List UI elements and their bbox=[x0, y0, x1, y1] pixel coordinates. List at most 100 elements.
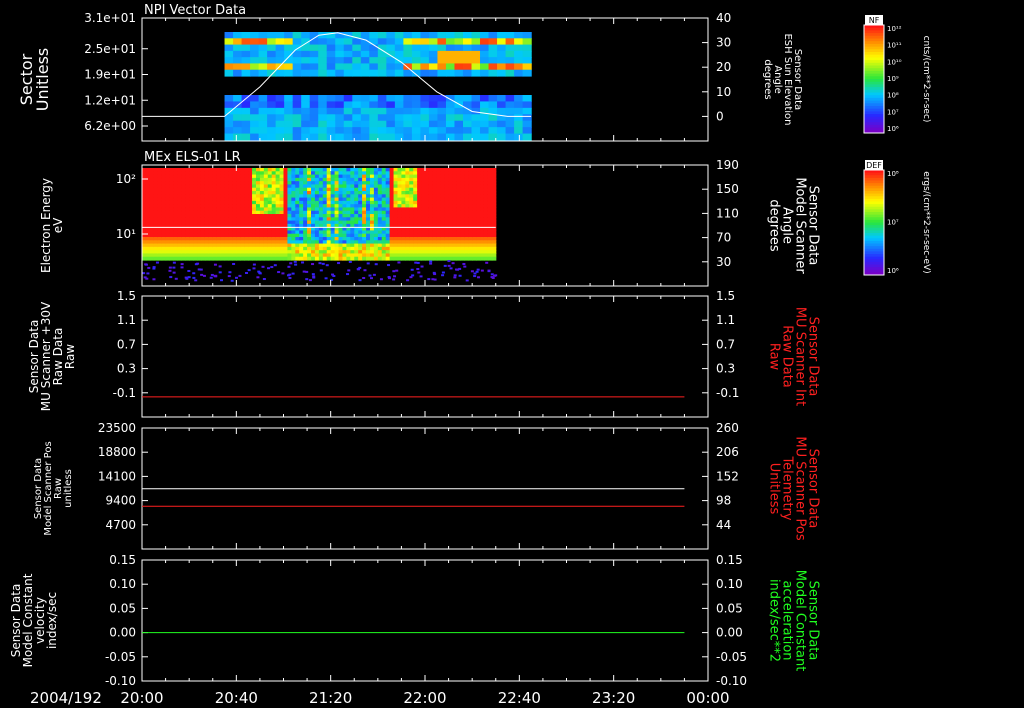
spectrogram-cell bbox=[411, 44, 422, 52]
spectrogram-cell bbox=[497, 50, 507, 58]
spectrogram-cell bbox=[480, 95, 490, 103]
spectrogram-cell bbox=[445, 133, 456, 141]
spectrogram-cell bbox=[224, 50, 234, 58]
spectrogram-cell bbox=[335, 107, 345, 115]
spectrogram-cell bbox=[428, 101, 439, 109]
spectrogram-cell bbox=[326, 57, 336, 65]
spectrogram-speckle bbox=[146, 272, 150, 275]
spectrogram-cell bbox=[284, 114, 294, 122]
spectrogram-cell bbox=[326, 50, 336, 58]
spectrogram-cell bbox=[437, 63, 447, 71]
y2-tick-label: 40 bbox=[716, 11, 731, 25]
spectrogram-cell bbox=[471, 57, 481, 65]
spectrogram-cell bbox=[252, 256, 257, 261]
spectrogram-cell bbox=[394, 133, 404, 141]
spectrogram-cell bbox=[403, 38, 413, 46]
spectrogram-speckle bbox=[347, 269, 351, 272]
spectrogram-speckle bbox=[273, 264, 277, 267]
spectrogram-cell bbox=[343, 133, 353, 141]
spectrogram-cell bbox=[343, 63, 353, 71]
spectrogram-cell bbox=[394, 114, 404, 122]
spectrogram-speckle bbox=[362, 277, 366, 280]
spectrogram-cell bbox=[326, 114, 336, 122]
spectrogram-cell bbox=[301, 114, 311, 122]
spectrogram-cell bbox=[352, 127, 362, 135]
spectrogram-cell bbox=[224, 120, 234, 128]
spectrogram-cell bbox=[437, 32, 447, 39]
spectrogram-cell bbox=[258, 63, 268, 71]
spectrogram-cell bbox=[445, 69, 456, 77]
x-tick-label: 23:20 bbox=[592, 689, 635, 707]
y2-tick-label: 70 bbox=[716, 231, 731, 245]
spectrogram-speckle bbox=[406, 279, 410, 282]
spectrogram-cell bbox=[386, 120, 396, 128]
spectrogram-speckle bbox=[473, 272, 477, 275]
spectrogram-cell bbox=[445, 101, 456, 109]
spectrogram-cell bbox=[322, 256, 328, 261]
spectrogram-cell bbox=[267, 114, 277, 122]
spectrogram-cell bbox=[514, 120, 524, 128]
spectrogram-speckle bbox=[485, 261, 489, 264]
spectrogram-speckle bbox=[230, 279, 234, 282]
y2-axis-label-line: index/sec**2 bbox=[767, 579, 782, 662]
spectrogram-cell bbox=[377, 95, 387, 103]
spectrogram-speckle bbox=[184, 276, 188, 279]
spectrogram-speckle bbox=[312, 275, 316, 278]
spectrogram-cell bbox=[377, 256, 383, 261]
spectrogram-speckle bbox=[305, 278, 309, 281]
spectrogram-cell bbox=[480, 63, 490, 71]
spectrogram-cell bbox=[514, 32, 524, 39]
spectrogram-cell bbox=[318, 120, 328, 128]
spectrogram-cell bbox=[522, 44, 532, 52]
spectrogram-speckle bbox=[172, 266, 176, 269]
spectrogram-speckle bbox=[172, 261, 176, 264]
spectrogram-cell bbox=[471, 101, 481, 109]
spectrogram-cell bbox=[352, 101, 362, 109]
spectrogram-cell bbox=[505, 63, 515, 71]
spectrogram-cell bbox=[352, 44, 362, 52]
spectrogram-cell bbox=[514, 107, 524, 115]
y-tick-label: 0.00 bbox=[109, 626, 136, 640]
colorbar-tick-label: 10¹⁰ bbox=[887, 58, 902, 66]
spectrogram-cell bbox=[522, 32, 532, 39]
plot-frame bbox=[141, 295, 709, 418]
spectrogram-cell bbox=[471, 50, 481, 58]
spectrogram-speckle bbox=[270, 266, 274, 269]
spectrogram-speckle bbox=[155, 261, 159, 264]
spectrogram-cell bbox=[394, 120, 404, 128]
spectrogram-cell bbox=[233, 32, 243, 39]
y2-tick-label: -0.1 bbox=[716, 386, 739, 400]
spectrogram-cell bbox=[393, 256, 399, 261]
spectrogram-cell bbox=[488, 69, 498, 77]
spectrogram-speckle bbox=[447, 264, 451, 267]
spectrogram-cell bbox=[505, 120, 515, 128]
spectrogram-cell bbox=[488, 50, 498, 58]
spectrogram-cell bbox=[522, 38, 532, 46]
spectrogram-cell bbox=[360, 50, 370, 58]
spectrogram-cell bbox=[267, 38, 277, 46]
spectrogram-cell bbox=[352, 57, 362, 65]
spectrogram-cell bbox=[411, 69, 422, 77]
spectrogram-speckle bbox=[331, 273, 335, 276]
spectrogram-cell bbox=[250, 57, 260, 65]
spectrogram-speckle bbox=[324, 277, 328, 280]
spectrogram-speckle bbox=[348, 260, 352, 263]
spectrogram-cell bbox=[411, 107, 422, 115]
spectrogram-cell bbox=[233, 44, 243, 52]
spectrogram-cell bbox=[181, 256, 186, 261]
colorbar-tick-label: 10⁷ bbox=[887, 108, 899, 116]
spectrogram-cell bbox=[301, 32, 311, 39]
y2-tick-label: 0.00 bbox=[716, 626, 743, 640]
spectrogram-speckle bbox=[409, 276, 413, 279]
colorbar-units: ergs/(cm**2-sr-sec-eV) bbox=[921, 171, 931, 273]
spectrogram-cell bbox=[497, 32, 507, 39]
spectrogram-cell bbox=[352, 133, 362, 141]
spectrogram-cell bbox=[522, 57, 532, 65]
spectrogram-cell bbox=[169, 256, 175, 261]
spectrogram-cell bbox=[258, 101, 268, 109]
spectrogram-cell bbox=[505, 32, 515, 39]
spectrogram-cell bbox=[343, 95, 353, 103]
y-axis-label: Electron EnergyeV bbox=[39, 178, 65, 273]
spectrogram-speckle bbox=[262, 278, 266, 281]
spectrogram-cell bbox=[462, 38, 473, 46]
